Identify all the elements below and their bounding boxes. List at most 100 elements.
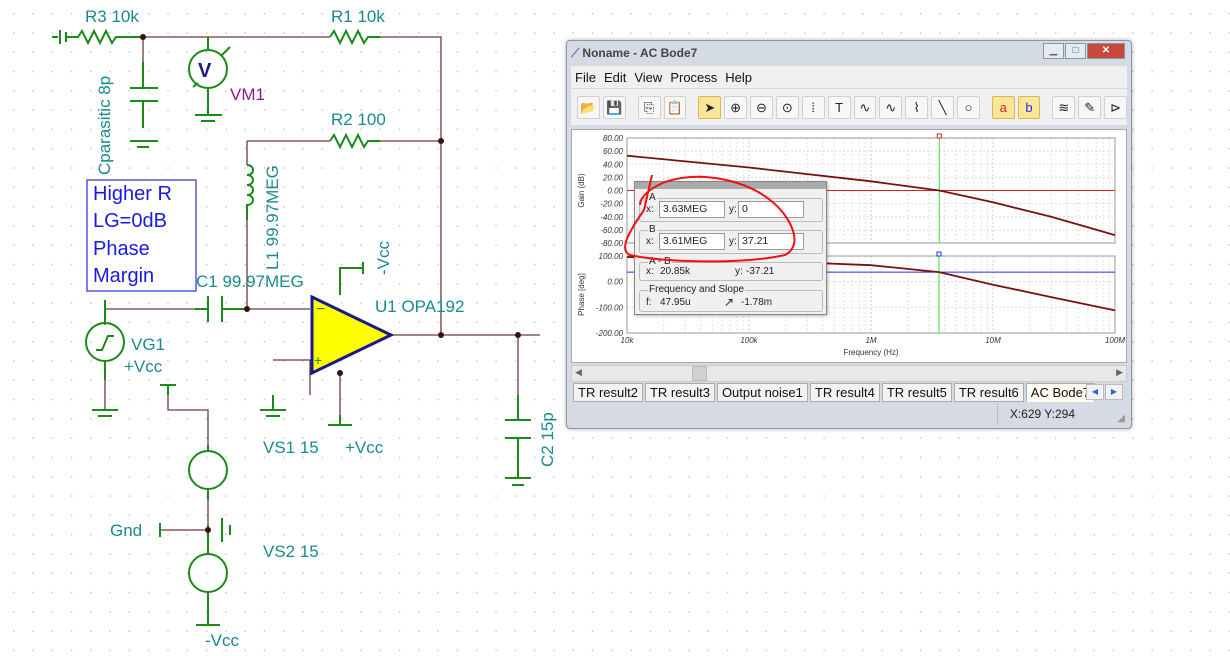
maximize-button[interactable]: □ [1065,43,1086,59]
c2-label[interactable]: C2 15p [538,412,557,467]
add-curve-button[interactable]: ≋ [1052,95,1076,119]
result-tabs: TR result2 TR result3 Output noise1 TR resu… [573,383,1096,402]
flag-icon: ⊳ [1110,99,1122,115]
save-icon: 💾 [606,99,623,115]
tab-output-noise1[interactable]: Output noise1 [716,383,808,402]
group-label: B [648,224,657,235]
y-tick-label: -100.00 [596,303,624,312]
cursor-b-group: B x: 3.61MEG y: 37.21 [639,224,823,254]
y-tick-label: 0.00 [607,278,623,287]
cparasitic-label[interactable]: Cparasitic 8p [95,76,114,175]
window-title: Noname - AC Bode7 [582,46,698,60]
menu-file[interactable]: File [571,70,600,85]
minimize-button[interactable]: ▁ [1043,43,1064,59]
y-tick-label: -20.00 [600,200,623,209]
voltmeter-symbol: V [198,60,212,82]
y-label: y: [735,266,743,277]
cursor-b-x-field[interactable]: 3.61MEG [659,233,725,250]
menu-process[interactable]: Process [666,70,721,85]
f-label: f: [646,297,652,308]
flag-button[interactable]: ⊳ [1104,95,1127,119]
dialog-drag-bar[interactable] [635,182,826,189]
cursor-a-x-field[interactable]: 3.63MEG [659,201,725,218]
scrollbar-thumb[interactable] [692,366,707,381]
vm1-label[interactable]: VM1 [230,85,265,104]
cursor-a-button[interactable]: a [991,95,1015,119]
y-tick-label: 0.00 [607,187,623,196]
r2-label[interactable]: R2 100 [331,110,386,129]
scroll-right-icon[interactable]: ▶ [1116,367,1123,378]
save-button[interactable]: 💾 [602,95,626,119]
axis-button[interactable]: ⌇ [905,95,929,119]
cursor-a-group: A x: 3.63MEG y: 0 [639,192,823,222]
frequency-value: 47.95u [660,297,691,308]
curve2-button[interactable]: ∿ [879,95,903,119]
x-label: x: [646,266,654,277]
x-tick-label: 1M [865,336,876,345]
tab-tr-result5[interactable]: TR result5 [881,383,952,402]
minus-vcc-label: -Vcc [205,631,240,650]
y-tick-label: 20.00 [602,173,624,182]
cursor-handle [936,251,942,257]
picker-icon: ✎ [1084,99,1096,115]
schematic-canvas[interactable]: Higher R LG=0dB Phase Margin R3 10k R1 1… [0,0,566,656]
cursor-a-icon: a [999,99,1007,115]
group-label: Frequency and Slope [648,284,746,295]
vs1-label[interactable]: VS1 15 [263,438,319,457]
tab-tr-result3[interactable]: TR result3 [644,383,715,402]
r3-label[interactable]: R3 10k [85,7,139,26]
cursor-readout-dialog: A x: 3.63MEG y: 0 B x: 3.61MEG y: 37.21 … [634,181,827,315]
zoom-in-button[interactable]: ⊕ [724,95,748,119]
line-button[interactable]: ╲ [931,95,954,119]
u1-label[interactable]: U1 OPA192 [375,297,464,316]
resize-grip-icon[interactable]: ◢ [1117,413,1125,424]
minus-vcc-label: -Vcc [374,241,393,276]
cursor-a-y-field[interactable]: 0 [738,201,804,218]
vg1-label[interactable]: VG1 [131,335,165,354]
grid-button[interactable]: ⁞ [801,95,825,119]
scroll-left-icon[interactable]: ◀ [575,367,582,378]
note-line: Margin [93,265,154,287]
toolbar: 📂 💾 ⎘ 📋 ➤ ⊕ ⊖ ⊙ ⁞ T ∿ ∿ ⌇ ╲ ○ a b ≋ ✎ ⊳ [571,89,1127,125]
copy-button[interactable]: ⎘ [637,95,661,119]
cursor-b-button[interactable]: b [1017,95,1041,119]
menu-help[interactable]: Help [721,70,756,85]
tab-scroll-right-button[interactable]: ▶ [1105,384,1123,400]
open-button[interactable]: 📂 [577,95,600,119]
text-button[interactable]: T [827,95,851,119]
r1-label[interactable]: R1 10k [331,7,385,26]
zoom-100-button[interactable]: ⊙ [775,95,799,119]
tab-tr-result6[interactable]: TR result6 [953,383,1024,402]
line-icon: ╲ [938,99,947,115]
inverting-input-sign: − [316,301,325,318]
grid-icon: ⁞ [811,99,816,115]
note-line: Phase [93,238,150,260]
axis-icon: ⌇ [913,99,920,115]
tab-scroll-left-button[interactable]: ◀ [1086,384,1104,400]
c1-label[interactable]: C1 99.97MEG [196,272,304,291]
tab-tr-result4[interactable]: TR result4 [809,383,880,402]
x-label: x: [646,204,654,215]
close-button[interactable]: ✕ [1087,43,1125,59]
horizontal-scrollbar[interactable]: ◀ ▶ [571,365,1127,382]
paste-button[interactable]: 📋 [663,95,687,119]
tab-tr-result2[interactable]: TR result2 [573,383,643,402]
picker-button[interactable]: ✎ [1078,95,1102,119]
circle-button[interactable]: ○ [956,95,980,119]
zoom-out-icon: ⊖ [756,99,767,115]
y-label: y: [729,204,737,215]
cursor-b-y-field[interactable]: 37.21 [738,233,804,250]
group-label: A [648,192,657,203]
x-axis-label: Frequency (Hz) [843,348,898,357]
menu-view[interactable]: View [630,70,666,85]
vs2-label[interactable]: VS2 15 [263,542,319,561]
zoom-out-button[interactable]: ⊖ [750,95,773,119]
pointer-button[interactable]: ➤ [698,95,722,119]
tab-ac-bode7[interactable]: AC Bode7 [1025,383,1096,402]
l1-label[interactable]: L1 99.97MEG [263,165,282,270]
paste-icon: 📋 [666,99,684,115]
curve-button[interactable]: ∿ [853,95,877,119]
menu-edit[interactable]: Edit [600,70,630,85]
difference-x-value: 20.85k [660,266,691,277]
note-line: LG=0dB [93,210,167,232]
